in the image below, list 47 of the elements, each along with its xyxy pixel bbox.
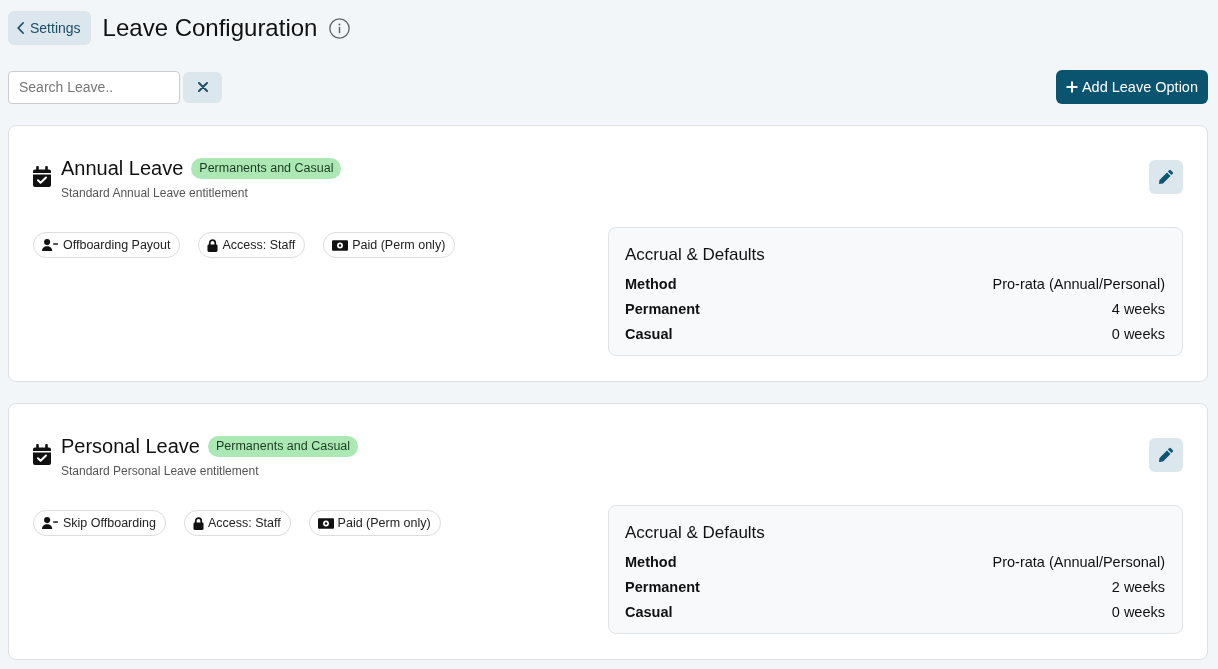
add-leave-option-button[interactable]: Add Leave Option bbox=[1055, 70, 1208, 104]
calendar-check-icon bbox=[33, 166, 51, 187]
accrual-value: Pro-rata (Annual/Personal) bbox=[992, 553, 1165, 570]
accrual-value: 2 weeks bbox=[1111, 578, 1165, 595]
tag-label: Access: Staff bbox=[222, 238, 296, 252]
leave-description: Standard Annual Leave entitlement bbox=[61, 185, 249, 201]
chevron-left-icon bbox=[17, 22, 24, 34]
accrual-label: Permanent bbox=[625, 578, 700, 595]
tag-label: Paid (Perm only) bbox=[352, 238, 446, 252]
leave-description: Standard Personal Leave entitlement bbox=[61, 463, 260, 479]
search-field[interactable]: Search Leave.. bbox=[8, 70, 180, 104]
back-button[interactable]: Settings bbox=[8, 11, 91, 45]
employee-type-tag: Permanents and Casual bbox=[208, 435, 359, 457]
info-icon[interactable] bbox=[329, 17, 351, 39]
page-title: Leave Configuration bbox=[102, 13, 318, 43]
tag-label: Access: Staff bbox=[207, 516, 281, 530]
clear-search-button[interactable] bbox=[183, 71, 222, 103]
accrual-value: 4 weeks bbox=[1111, 300, 1165, 317]
close-icon bbox=[197, 82, 208, 92]
pencil-icon bbox=[1158, 447, 1174, 463]
accrual-label: Casual bbox=[625, 325, 673, 342]
calendar-check-icon bbox=[33, 444, 51, 465]
tag-label: Offboarding Payout bbox=[63, 238, 171, 252]
tag-label: Skip Offboarding bbox=[63, 516, 156, 530]
accrual-label: Casual bbox=[625, 603, 673, 620]
accrual-label: Method bbox=[625, 553, 677, 570]
leave-name: Annual Leave bbox=[61, 156, 184, 181]
accrual-value: Pro-rata (Annual/Personal) bbox=[992, 275, 1165, 292]
accrual-label: Permanent bbox=[625, 300, 700, 317]
accrual-label: Method bbox=[625, 275, 677, 292]
lock-icon bbox=[207, 238, 219, 252]
tag-label: Paid (Perm only) bbox=[337, 516, 431, 530]
banknote-icon bbox=[332, 239, 349, 251]
accrual-title: Accrual & Defaults bbox=[625, 244, 766, 266]
employee-type-tag: Permanents and Casual bbox=[191, 157, 342, 179]
banknote-icon bbox=[317, 517, 334, 529]
edit-button[interactable] bbox=[1149, 160, 1183, 194]
person-minus-icon bbox=[42, 517, 59, 529]
pencil-icon bbox=[1158, 169, 1174, 185]
leave-name: Personal Leave bbox=[61, 434, 200, 459]
lock-icon bbox=[192, 516, 204, 530]
edit-button[interactable] bbox=[1149, 438, 1183, 472]
person-minus-icon bbox=[42, 239, 59, 251]
accrual-value: 0 weeks bbox=[1111, 603, 1165, 620]
accrual-value: 0 weeks bbox=[1111, 325, 1165, 342]
accrual-title: Accrual & Defaults bbox=[625, 522, 766, 544]
plus-icon bbox=[1065, 81, 1078, 93]
